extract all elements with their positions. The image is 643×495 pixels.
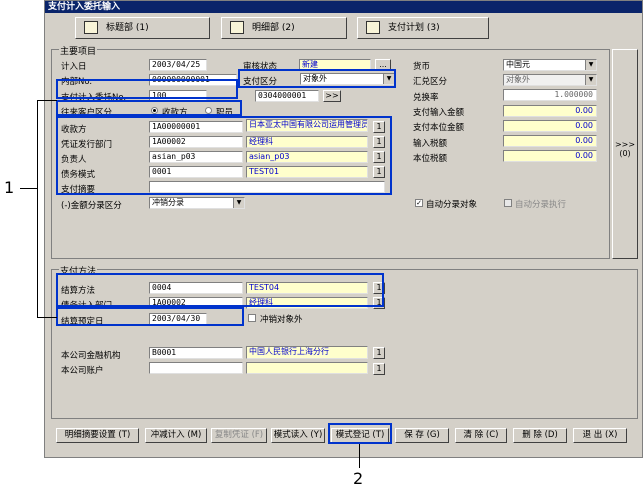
- bank-lookup-button[interactable]: 1: [373, 347, 385, 359]
- offset-exclude-checkbox[interactable]: [248, 314, 256, 322]
- callout-2: 2: [353, 469, 364, 488]
- pay-input-amount-value: 0.00: [503, 105, 597, 117]
- exchange-rate-label: 兑换率: [413, 93, 439, 103]
- chevron-down-icon: ▼: [233, 198, 244, 208]
- exchange-category-label: 汇兑区分: [413, 77, 448, 87]
- input-tax-value: 0.00: [503, 135, 597, 147]
- pay-input-amount-label: 支付输入金额: [413, 108, 465, 118]
- load-pattern-button[interactable]: 模式读入 (Y): [271, 428, 325, 443]
- detail-summary-settings-button[interactable]: 明细摘要设置 (T): [56, 428, 139, 443]
- bank-account-lookup-button[interactable]: 1: [373, 363, 385, 375]
- copy-voucher-button[interactable]: 复制凭证 (F): [211, 428, 267, 443]
- calendar-icon: [366, 21, 380, 34]
- bank-account-name: [246, 362, 368, 374]
- callout-1-tick-bottom: [37, 317, 57, 318]
- highlight-counterparty: [56, 100, 242, 116]
- pay-local-amount-value: 0.00: [503, 120, 597, 132]
- entry-date-input[interactable]: 2003/04/25: [149, 59, 207, 71]
- tab-header[interactable]: 标题部 (1): [75, 17, 210, 39]
- delete-button[interactable]: 删 除 (D): [513, 428, 567, 443]
- tab-detail[interactable]: 明细部 (2): [221, 17, 347, 39]
- bank-code-input[interactable]: B0001: [149, 347, 243, 359]
- auto-split-label: 自动分录对象: [426, 200, 478, 210]
- account-no-input[interactable]: 0304000001: [255, 90, 319, 102]
- exit-button[interactable]: 退 出 (X): [573, 428, 627, 443]
- pay-local-amount-label: 支付本位金额: [413, 123, 465, 133]
- offset-exclude-label: 冲销对象外: [260, 315, 303, 325]
- ledger-icon: [230, 21, 244, 34]
- exchange-rate-input[interactable]: 1.000000: [503, 89, 597, 101]
- auto-split-exec-checkbox[interactable]: [504, 199, 512, 207]
- amount-split-value: 冲销分录: [152, 198, 184, 207]
- save-button[interactable]: 保 存 (G): [395, 428, 449, 443]
- chevron-down-icon: ▼: [585, 60, 596, 70]
- currency-value: 中国元: [506, 60, 530, 69]
- callout-1-line-h: [20, 188, 38, 189]
- local-tax-label: 本位税额: [413, 154, 448, 164]
- local-tax-value: 0.00: [503, 150, 597, 162]
- entry-date-label: 计入日: [61, 62, 87, 72]
- bank-account-code-input[interactable]: [149, 362, 243, 374]
- screenshot-canvas: 支付计入委托输入 标题部 (1) 明细部 (2) 支付计划 (3) 主要项目 计…: [0, 0, 643, 495]
- highlight-internal-no: [56, 79, 238, 99]
- side-expand-key: (0): [619, 149, 631, 158]
- chevron-down-icon: ▼: [585, 75, 596, 85]
- book-icon: [84, 21, 98, 34]
- highlight-payee-block: [56, 116, 392, 195]
- window-title: 支付计入委托输入: [45, 1, 642, 13]
- amount-split-select[interactable]: 冲销分录 ▼: [149, 197, 245, 209]
- amount-split-label: (-)金额分录区分: [61, 201, 122, 211]
- highlight-register-pattern: [328, 423, 392, 444]
- offset-entry-button[interactable]: 冲减计入 (M): [145, 428, 207, 443]
- currency-label: 货币: [413, 62, 431, 72]
- bank-name: 中国人民银行上海分行: [246, 346, 368, 359]
- highlight-payment-category: [238, 69, 396, 88]
- currency-select[interactable]: 中国元 ▼: [503, 59, 597, 71]
- input-tax-label: 输入税额: [413, 139, 448, 149]
- clear-button[interactable]: 清 除 (C): [455, 428, 507, 443]
- auto-split-checkbox[interactable]: ✓: [415, 199, 423, 207]
- callout-1: 1: [4, 178, 15, 197]
- bank-account-label: 本公司账户: [61, 366, 104, 376]
- side-expand-button[interactable]: >>> (0): [612, 49, 638, 259]
- highlight-settle-block: [56, 273, 384, 307]
- callout-1-tick-top: [37, 100, 57, 101]
- exchange-category-value: 对象外: [506, 75, 530, 84]
- exchange-category-select[interactable]: 对象外 ▼: [503, 74, 597, 86]
- callout-1-line-v: [37, 100, 38, 318]
- callout-2-line: [359, 444, 360, 468]
- auto-split-exec-label: 自动分录执行: [515, 200, 567, 210]
- bank-label: 本公司金融机构: [61, 351, 121, 361]
- account-no-button[interactable]: >>: [323, 90, 341, 102]
- side-expand-arrows: >>>: [614, 140, 636, 149]
- highlight-settle-date: [56, 307, 244, 326]
- main-group-title: 主要项目: [59, 44, 98, 57]
- tab-payment-plan[interactable]: 支付计划 (3): [357, 17, 489, 39]
